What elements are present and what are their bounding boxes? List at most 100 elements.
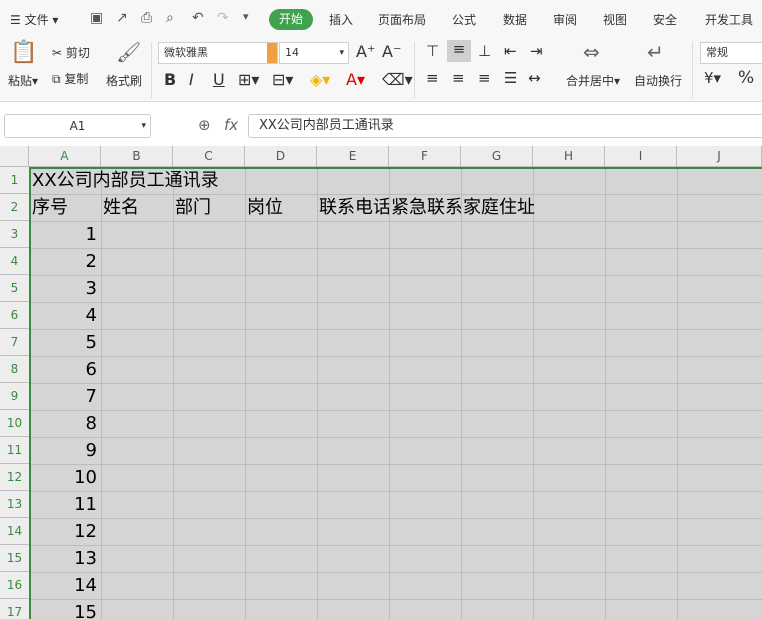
save-icon[interactable]: ▣ xyxy=(90,10,103,26)
serial-cell[interactable]: 12 xyxy=(29,518,97,545)
font-size-select[interactable]: 14 ▾ xyxy=(279,42,349,64)
formula-input[interactable]: XX公司内部员工通讯录 xyxy=(248,114,762,138)
print-preview-icon[interactable]: ⌕ xyxy=(166,10,174,26)
column-header[interactable]: F xyxy=(389,146,461,167)
header-cell[interactable]: 家庭住址 xyxy=(463,194,535,221)
merge-center-button[interactable]: 合并居中▾ xyxy=(566,72,620,89)
row-header[interactable]: 10 xyxy=(0,410,29,437)
customize-icon[interactable]: ▾ xyxy=(243,10,249,23)
align-middle-icon[interactable]: ≡ xyxy=(447,40,471,62)
row-header[interactable]: 12 xyxy=(0,464,29,491)
tab-developer[interactable]: 开发工具 xyxy=(705,11,753,28)
font-color-icon[interactable]: A▾ xyxy=(346,70,365,89)
row-header[interactable]: 5 xyxy=(0,275,29,302)
row-header[interactable]: 11 xyxy=(0,437,29,464)
header-cell[interactable]: 部门 xyxy=(175,194,211,221)
align-left-icon[interactable]: ≡ xyxy=(426,69,439,87)
cut-button[interactable]: ✂ 剪切 xyxy=(52,44,90,61)
serial-cell[interactable]: 9 xyxy=(29,437,97,464)
row-header[interactable]: 13 xyxy=(0,491,29,518)
merge-icon[interactable]: ⇔ xyxy=(583,40,600,64)
italic-icon[interactable]: I xyxy=(189,70,194,89)
border-icon[interactable]: ⊞▾ xyxy=(238,70,259,89)
serial-cell[interactable]: 6 xyxy=(29,356,97,383)
column-header[interactable]: E xyxy=(317,146,389,167)
serial-cell[interactable]: 15 xyxy=(29,599,97,619)
row-header[interactable]: 1 xyxy=(0,167,29,194)
row-header[interactable]: 7 xyxy=(0,329,29,356)
align-top-icon[interactable]: ⊤ xyxy=(426,42,439,60)
row-header[interactable]: 17 xyxy=(0,599,29,619)
title-cell[interactable]: XX公司内部员工通讯录 xyxy=(32,167,219,194)
number-format-select[interactable]: 常规 xyxy=(700,42,762,64)
zoom-icon[interactable]: ⊕ xyxy=(198,116,211,134)
serial-cell[interactable]: 3 xyxy=(29,275,97,302)
format-painter-icon[interactable]: 🖌 xyxy=(116,40,141,64)
row-header[interactable]: 4 xyxy=(0,248,29,275)
column-header[interactable]: D xyxy=(245,146,317,167)
tab-view[interactable]: 视图 xyxy=(603,11,627,28)
tab-home[interactable]: 开始 xyxy=(269,9,313,30)
header-cell[interactable]: 姓名 xyxy=(103,194,139,221)
header-cell[interactable]: 联系电话 xyxy=(319,194,389,221)
indent-increase-icon[interactable]: ⇥ xyxy=(530,42,543,60)
fx-icon[interactable]: fx xyxy=(224,116,238,134)
fill-color-icon[interactable]: ◈▾ xyxy=(310,70,330,89)
tab-page-layout[interactable]: 页面布局 xyxy=(378,11,426,28)
serial-cell[interactable]: 7 xyxy=(29,383,97,410)
indent-decrease-icon[interactable]: ⇤ xyxy=(504,42,517,60)
column-header[interactable]: A xyxy=(29,146,101,167)
column-header[interactable]: I xyxy=(605,146,677,167)
header-cell[interactable]: 紧急联系 xyxy=(391,194,461,221)
row-header[interactable]: 14 xyxy=(0,518,29,545)
tab-data[interactable]: 数据 xyxy=(503,11,527,28)
clear-icon[interactable]: ⌫▾ xyxy=(382,70,413,89)
row-header[interactable]: 8 xyxy=(0,356,29,383)
serial-cell[interactable]: 4 xyxy=(29,302,97,329)
increase-font-icon[interactable]: A⁺ xyxy=(356,42,375,61)
serial-cell[interactable]: 1 xyxy=(29,221,97,248)
font-name-select[interactable]: 微软雅黑 xyxy=(158,42,278,64)
paste-button[interactable]: 粘贴▾ xyxy=(8,72,38,89)
align-center-icon[interactable]: ≡ xyxy=(452,69,465,87)
column-header[interactable]: B xyxy=(101,146,173,167)
format-painter-button[interactable]: 格式刷 xyxy=(106,72,142,89)
column-header[interactable]: H xyxy=(533,146,605,167)
tab-insert[interactable]: 插入 xyxy=(329,11,353,28)
export-icon[interactable]: ↗ xyxy=(116,10,128,26)
tab-review[interactable]: 审阅 xyxy=(553,11,577,28)
undo-icon[interactable]: ↶ xyxy=(192,10,204,26)
row-header[interactable]: 3 xyxy=(0,221,29,248)
row-header[interactable]: 6 xyxy=(0,302,29,329)
align-right-icon[interactable]: ≡ xyxy=(478,69,491,87)
redo-icon[interactable]: ↷ xyxy=(217,10,229,26)
percent-button[interactable]: % xyxy=(738,68,754,88)
select-all-corner[interactable] xyxy=(0,146,29,167)
row-header[interactable]: 16 xyxy=(0,572,29,599)
row-header[interactable]: 15 xyxy=(0,545,29,572)
file-menu[interactable]: ☰ 文件 ▾ xyxy=(10,11,58,28)
header-cell[interactable]: 序号 xyxy=(32,194,68,221)
tab-formulas[interactable]: 公式 xyxy=(452,11,476,28)
row-header[interactable]: 2 xyxy=(0,194,29,221)
row-header[interactable]: 9 xyxy=(0,383,29,410)
currency-icon[interactable]: ¥▾ xyxy=(704,69,721,87)
spreadsheet-grid[interactable]: A B C D E F G H I J 1 2 3 4 5 6 7 8 9 10… xyxy=(0,146,762,619)
column-header[interactable]: G xyxy=(461,146,533,167)
wrap-icon[interactable]: ↵ xyxy=(647,40,664,64)
underline-icon[interactable]: U xyxy=(213,70,225,89)
decrease-font-icon[interactable]: A⁻ xyxy=(382,42,401,61)
paste-icon[interactable]: 📋 xyxy=(10,40,37,65)
column-header[interactable]: J xyxy=(677,146,762,167)
serial-cell[interactable]: 14 xyxy=(29,572,97,599)
serial-cell[interactable]: 13 xyxy=(29,545,97,572)
cell-style-icon[interactable]: ⊟▾ xyxy=(272,70,293,89)
serial-cell[interactable]: 5 xyxy=(29,329,97,356)
copy-button[interactable]: ⧉ 复制 xyxy=(52,70,88,87)
serial-cell[interactable]: 8 xyxy=(29,410,97,437)
column-header[interactable]: C xyxy=(173,146,245,167)
serial-cell[interactable]: 10 xyxy=(29,464,97,491)
justify-icon[interactable]: ☰ xyxy=(504,69,517,87)
serial-cell[interactable]: 11 xyxy=(29,491,97,518)
tab-security[interactable]: 安全 xyxy=(653,11,677,28)
